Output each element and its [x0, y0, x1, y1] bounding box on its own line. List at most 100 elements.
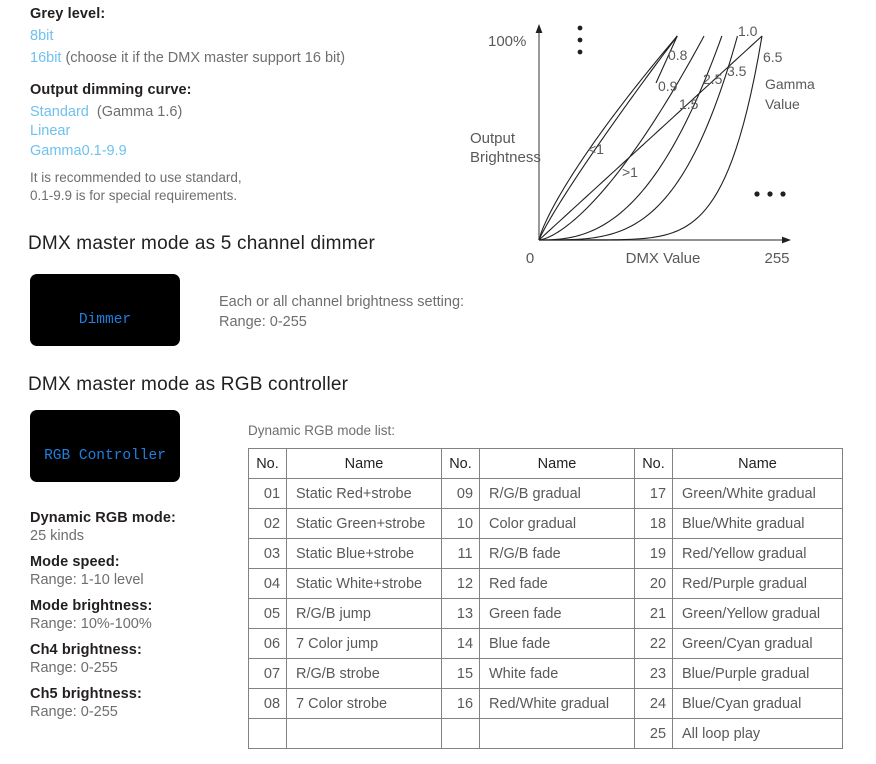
rgb-parameter-list: Dynamic RGB mode: 25 kinds Mode speed: Rang…: [30, 510, 240, 730]
table-header-no: No.: [634, 448, 673, 479]
grey-level-option-8bit[interactable]: 8bit: [30, 28, 53, 44]
mode-number-cell: 17: [634, 478, 673, 509]
mode-name-cell: White fade: [479, 658, 635, 689]
gamma-label-4: 2.5: [703, 71, 723, 87]
mode-number-cell: 01: [248, 478, 287, 509]
gamma-label-2: 1.0: [738, 23, 758, 39]
gamma-label-3: 1.5: [679, 96, 699, 112]
rgb-parameter-value: Range: 1-10 level: [30, 572, 144, 588]
mode-name-cell: Red fade: [479, 568, 635, 599]
dimmer-section-title: DMX master mode as 5 channel dimmer: [28, 233, 376, 254]
dimming-curve-standard-row: Standard (Gamma 1.6): [30, 103, 182, 121]
chart-x-axis-label: DMX Value: [626, 250, 701, 267]
table-row: 02 Static Green+strobe 10 Color gradual 18 Bl…: [248, 508, 843, 539]
mode-name-cell: Red/Purple gradual: [672, 568, 843, 599]
dimming-curve-note-line2: 0.1-9.9 is for special requirements.: [30, 188, 238, 203]
rgb-mode-table: No. Name No. Name No. Name 01 Static Red+strob…: [248, 448, 843, 749]
grey-level-option-16bit-note: (choose it if the DMX master support 16 …: [65, 50, 346, 66]
grey-level-option-16bit-row: 16bit (choose it if the DMX master suppor…: [30, 49, 345, 67]
vertical-ellipsis-icon: [577, 25, 583, 55]
mode-number-cell: 18: [634, 508, 673, 539]
dimming-curve-option-standard[interactable]: Standard: [30, 104, 89, 120]
mode-number-cell: 09: [441, 478, 480, 509]
gamma-curve-chart: 100% Output Brightness 0 DMX Value 255 <…: [460, 0, 876, 280]
mode-name-cell: Static White+strobe: [286, 568, 442, 599]
chart-y-top-label: 100%: [488, 33, 526, 50]
mode-number-cell: 04: [248, 568, 287, 599]
mode-number-cell: 16: [441, 688, 480, 719]
horizontal-ellipsis-icon: [754, 191, 786, 197]
rgb-parameter-item: Ch4 brightness: Range: 0-255: [30, 642, 240, 676]
table-row: 05 R/G/B jump 13 Green fade 21 Green/Yellow g…: [248, 598, 843, 629]
mode-name-cell: Blue/Cyan gradual: [672, 688, 843, 719]
mode-name-cell: Green/Cyan gradual: [672, 628, 843, 659]
dimmer-desc-line2: Range: 0-255: [219, 314, 307, 330]
rgb-parameter-item: Ch5 brightness: Range: 0-255: [30, 686, 240, 720]
mode-number-cell: 12: [441, 568, 480, 599]
gamma-legend-title-line1: Gamma: [765, 76, 815, 92]
mode-number-cell: [441, 718, 480, 749]
table-header-no: No.: [248, 448, 287, 479]
mode-number-cell: 24: [634, 688, 673, 719]
gamma-label-5: 3.5: [727, 63, 747, 79]
grey-level-option-16bit[interactable]: 16bit: [30, 50, 61, 66]
rgb-parameter-label: Dynamic RGB mode:: [30, 510, 176, 526]
rgb-parameter-value: Range: 10%-100%: [30, 616, 152, 632]
mode-number-cell: 05: [248, 598, 287, 629]
gamma-curve-3-5: [539, 35, 738, 241]
dimmer-desc-line1: Each or all channel brightness setting:: [219, 294, 465, 310]
rgb-parameter-item: Mode speed: Range: 1-10 level: [30, 554, 240, 588]
mode-name-cell: Static Green+strobe: [286, 508, 442, 539]
table-row: 04 Static White+strobe 12 Red fade 20 Red/Pur…: [248, 568, 843, 599]
table-header-name: Name: [479, 448, 635, 479]
rgb-parameter-label: Mode brightness:: [30, 598, 153, 614]
rgb-parameter-label: Mode speed:: [30, 554, 120, 570]
rgb-parameter-value: Range: 0-255: [30, 704, 118, 720]
chart-x-max-label: 255: [764, 250, 789, 267]
dimmer-lcd-line1: Dimmer: [78, 312, 132, 328]
mode-name-cell: Blue/White gradual: [672, 508, 843, 539]
rgb-section-title: DMX master mode as RGB controller: [28, 374, 349, 395]
dimmer-lcd-display: Dimmer Ch1:255 Ch2:255 Ch3:255 Ch4:255 C…: [30, 274, 180, 346]
mode-name-cell: Green fade: [479, 598, 635, 629]
chart-x-min-label: 0: [526, 250, 534, 267]
dimming-curve-note-line1: It is recommended to use standard,: [30, 170, 242, 185]
dimming-curve-option-linear[interactable]: Linear: [30, 123, 70, 139]
mode-name-cell: Red/White gradual: [479, 688, 635, 719]
dimming-curve-option-gamma[interactable]: Gamma0.1-9.9: [30, 143, 127, 159]
gamma-curve-2-5: [538, 35, 723, 241]
mode-name-cell: Blue fade: [479, 628, 635, 659]
gamma-curve-1-5: [538, 35, 705, 241]
mode-name-cell: Static Red+strobe: [286, 478, 442, 509]
mode-number-cell: 07: [248, 658, 287, 689]
rgb-parameter-label: Ch5 brightness:: [30, 686, 142, 702]
mode-name-cell: R/G/B strobe: [286, 658, 442, 689]
mode-name-cell: 7 Color jump: [286, 628, 442, 659]
table-row: 08 7 Color strobe 16 Red/White gradual 24 Blu…: [248, 688, 843, 719]
mode-name-cell: 7 Color strobe: [286, 688, 442, 719]
gamma-legend-title-line2: Value: [765, 96, 800, 112]
mode-number-cell: 14: [441, 628, 480, 659]
table-row: 01 Static Red+strobe 09 R/G/B gradual 17 Gree…: [248, 478, 843, 509]
dimming-curve-heading: Output dimming curve:: [30, 82, 192, 98]
mode-number-cell: 25: [634, 718, 673, 749]
mode-name-cell: R/G/B gradual: [479, 478, 635, 509]
rgb-controller-lcd-display: RGB Controller 05 RGB jump Spd: 7 Brt:10…: [30, 410, 180, 482]
table-row: 03 Static Blue+strobe 11 R/G/B fade 19 Red/Ye…: [248, 538, 843, 569]
mode-name-cell: Red/Yellow gradual: [672, 538, 843, 569]
mode-number-cell: [248, 718, 287, 749]
rgb-parameter-value: 25 kinds: [30, 528, 85, 544]
mode-number-cell: 21: [634, 598, 673, 629]
gamma-label-1: 0.9: [658, 78, 678, 94]
mode-name-cell: R/G/B fade: [479, 538, 635, 569]
mode-number-cell: 22: [634, 628, 673, 659]
mode-number-cell: 08: [248, 688, 287, 719]
rgb-lcd-line1: RGB Controller: [44, 448, 166, 464]
mode-number-cell: 03: [248, 538, 287, 569]
chart-y-axis-label-line1: Output: [470, 130, 516, 147]
gamma-curve-0-9: [538, 35, 678, 241]
table-row: 25 All loop play: [248, 718, 843, 749]
gamma-curve-0-8: [538, 35, 678, 241]
dimming-curve-standard-note: (Gamma 1.6): [96, 104, 183, 120]
rgb-parameter-value: Range: 0-255: [30, 660, 118, 676]
